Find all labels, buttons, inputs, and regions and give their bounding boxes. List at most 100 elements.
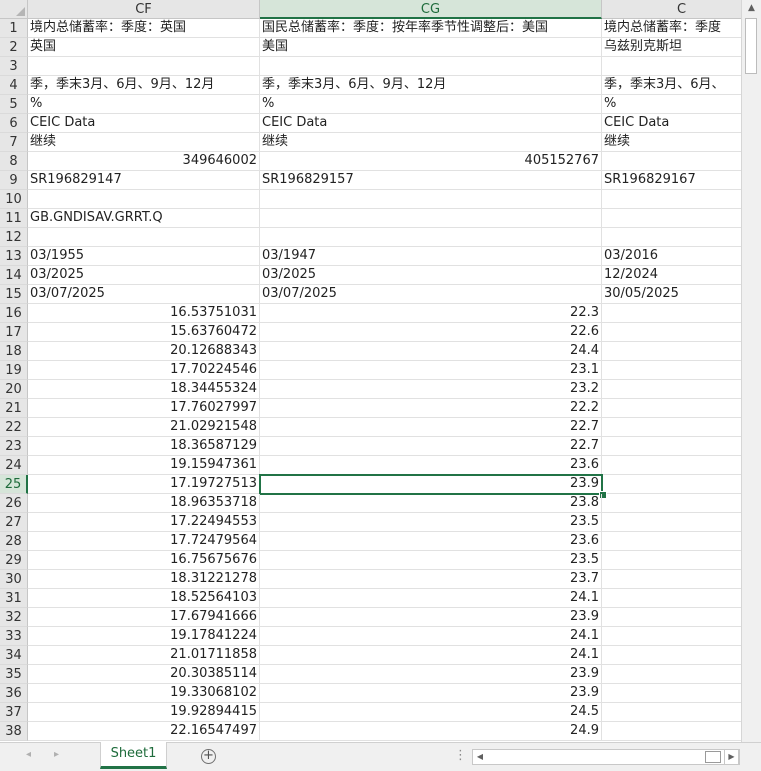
cell-cg-28[interactable]: 23.6 bbox=[260, 532, 602, 551]
vertical-scrollbar[interactable]: ▲ bbox=[741, 0, 761, 742]
cell-cg-15[interactable]: 03/07/2025 bbox=[260, 285, 602, 304]
cell-c-36[interactable] bbox=[602, 684, 741, 703]
cell-cf-13[interactable]: 03/1955 bbox=[28, 247, 260, 266]
cell-cg-11[interactable] bbox=[260, 209, 602, 228]
row-header-8[interactable]: 8 bbox=[0, 152, 28, 171]
cell-cg-18[interactable]: 24.4 bbox=[260, 342, 602, 361]
cell-cf-37[interactable]: 19.92894415 bbox=[28, 703, 260, 722]
cell-c-34[interactable] bbox=[602, 646, 741, 665]
row-header-25[interactable]: 25 bbox=[0, 475, 28, 494]
cell-cg-31[interactable]: 24.1 bbox=[260, 589, 602, 608]
cell-c-24[interactable] bbox=[602, 456, 741, 475]
cell-c-7[interactable]: 继续 bbox=[602, 133, 741, 152]
row-header-24[interactable]: 24 bbox=[0, 456, 28, 475]
cell-c-1[interactable]: 境内总储蓄率：季度 bbox=[602, 19, 741, 38]
cell-cf-14[interactable]: 03/2025 bbox=[28, 266, 260, 285]
cell-c-17[interactable] bbox=[602, 323, 741, 342]
cell-c-21[interactable] bbox=[602, 399, 741, 418]
cell-cf-7[interactable]: 继续 bbox=[28, 133, 260, 152]
cell-c-31[interactable] bbox=[602, 589, 741, 608]
cell-c-6[interactable]: CEIC Data bbox=[602, 114, 741, 133]
row-header-37[interactable]: 37 bbox=[0, 703, 28, 722]
cell-c-11[interactable] bbox=[602, 209, 741, 228]
cell-c-35[interactable] bbox=[602, 665, 741, 684]
cell-cf-12[interactable] bbox=[28, 228, 260, 247]
cell-cf-32[interactable]: 17.67941666 bbox=[28, 608, 260, 627]
cell-cf-1[interactable]: 境内总储蓄率：季度：英国 bbox=[28, 19, 260, 38]
cell-c-28[interactable] bbox=[602, 532, 741, 551]
cell-cf-4[interactable]: 季，季末3月、6月、9月、12月 bbox=[28, 76, 260, 95]
row-header-18[interactable]: 18 bbox=[0, 342, 28, 361]
cell-c-20[interactable] bbox=[602, 380, 741, 399]
cell-cg-9[interactable]: SR196829157 bbox=[260, 171, 602, 190]
row-header-7[interactable]: 7 bbox=[0, 133, 28, 152]
cell-cf-18[interactable]: 20.12688343 bbox=[28, 342, 260, 361]
row-header-5[interactable]: 5 bbox=[0, 95, 28, 114]
cell-c-27[interactable] bbox=[602, 513, 741, 532]
cell-cg-26[interactable]: 23.8 bbox=[260, 494, 602, 513]
cell-cg-17[interactable]: 22.6 bbox=[260, 323, 602, 342]
more-options-icon[interactable]: ⋮ bbox=[454, 748, 467, 763]
row-header-23[interactable]: 23 bbox=[0, 437, 28, 456]
cell-cf-5[interactable]: % bbox=[28, 95, 260, 114]
cell-c-3[interactable] bbox=[602, 57, 741, 76]
cell-c-29[interactable] bbox=[602, 551, 741, 570]
row-header-34[interactable]: 34 bbox=[0, 646, 28, 665]
column-header-cg[interactable]: CG bbox=[260, 0, 602, 19]
cell-cg-22[interactable]: 22.7 bbox=[260, 418, 602, 437]
cell-cg-37[interactable]: 24.5 bbox=[260, 703, 602, 722]
cell-cg-5[interactable]: % bbox=[260, 95, 602, 114]
row-header-20[interactable]: 20 bbox=[0, 380, 28, 399]
cell-c-30[interactable] bbox=[602, 570, 741, 589]
cell-cg-10[interactable] bbox=[260, 190, 602, 209]
cell-cf-21[interactable]: 17.76027997 bbox=[28, 399, 260, 418]
cell-cg-19[interactable]: 23.1 bbox=[260, 361, 602, 380]
cell-cf-24[interactable]: 19.15947361 bbox=[28, 456, 260, 475]
cell-cf-36[interactable]: 19.33068102 bbox=[28, 684, 260, 703]
cell-c-33[interactable] bbox=[602, 627, 741, 646]
row-header-17[interactable]: 17 bbox=[0, 323, 28, 342]
cell-cf-9[interactable]: SR196829147 bbox=[28, 171, 260, 190]
horizontal-scrollbar[interactable]: ◀ bbox=[472, 749, 740, 765]
cell-cg-1[interactable]: 国民总储蓄率：季度：按年率季节性调整后：美国 bbox=[260, 19, 602, 38]
cell-cf-23[interactable]: 18.36587129 bbox=[28, 437, 260, 456]
cell-c-26[interactable] bbox=[602, 494, 741, 513]
cell-c-5[interactable]: % bbox=[602, 95, 741, 114]
cell-cg-8[interactable]: 405152767 bbox=[260, 152, 602, 171]
cell-c-14[interactable]: 12/2024 bbox=[602, 266, 741, 285]
row-header-31[interactable]: 31 bbox=[0, 589, 28, 608]
cell-cg-3[interactable] bbox=[260, 57, 602, 76]
cell-cf-16[interactable]: 16.53751031 bbox=[28, 304, 260, 323]
spreadsheet-grid[interactable]: CF CG C 1 境内总储蓄率：季度：英国 国民总储蓄率：季度：按年率季节性调整后：美国… bbox=[0, 0, 741, 742]
plus-circle-icon[interactable]: + bbox=[201, 749, 216, 764]
cell-c-15[interactable]: 30/05/2025 bbox=[602, 285, 741, 304]
cell-cf-6[interactable]: CEIC Data bbox=[28, 114, 260, 133]
cell-cg-12[interactable] bbox=[260, 228, 602, 247]
column-header-c[interactable]: C bbox=[602, 0, 741, 19]
cell-c-10[interactable] bbox=[602, 190, 741, 209]
row-header-14[interactable]: 14 bbox=[0, 266, 28, 285]
row-header-3[interactable]: 3 bbox=[0, 57, 28, 76]
row-header-10[interactable]: 10 bbox=[0, 190, 28, 209]
row-header-38[interactable]: 38 bbox=[0, 722, 28, 741]
cell-cf-22[interactable]: 21.02921548 bbox=[28, 418, 260, 437]
chevron-left-icon[interactable]: ◂ bbox=[26, 749, 31, 760]
row-header-28[interactable]: 28 bbox=[0, 532, 28, 551]
cell-cf-19[interactable]: 17.70224546 bbox=[28, 361, 260, 380]
cell-cf-11[interactable]: GB.GNDISAV.GRRT.Q bbox=[28, 209, 260, 228]
horizontal-scroll-thumb[interactable] bbox=[705, 751, 721, 763]
cell-cf-27[interactable]: 17.22494553 bbox=[28, 513, 260, 532]
row-header-1[interactable]: 1 bbox=[0, 19, 28, 38]
cell-c-23[interactable] bbox=[602, 437, 741, 456]
cell-cg-16[interactable]: 22.3 bbox=[260, 304, 602, 323]
cell-cg-35[interactable]: 23.9 bbox=[260, 665, 602, 684]
cell-cg-24[interactable]: 23.6 bbox=[260, 456, 602, 475]
cell-cg-32[interactable]: 23.9 bbox=[260, 608, 602, 627]
vertical-scroll-thumb[interactable] bbox=[745, 18, 757, 74]
row-header-12[interactable]: 12 bbox=[0, 228, 28, 247]
cell-cf-26[interactable]: 18.96353718 bbox=[28, 494, 260, 513]
cell-c-38[interactable] bbox=[602, 722, 741, 741]
chevron-right-icon[interactable]: ▸ bbox=[54, 749, 59, 760]
cell-cg-30[interactable]: 23.7 bbox=[260, 570, 602, 589]
cell-cf-29[interactable]: 16.75675676 bbox=[28, 551, 260, 570]
